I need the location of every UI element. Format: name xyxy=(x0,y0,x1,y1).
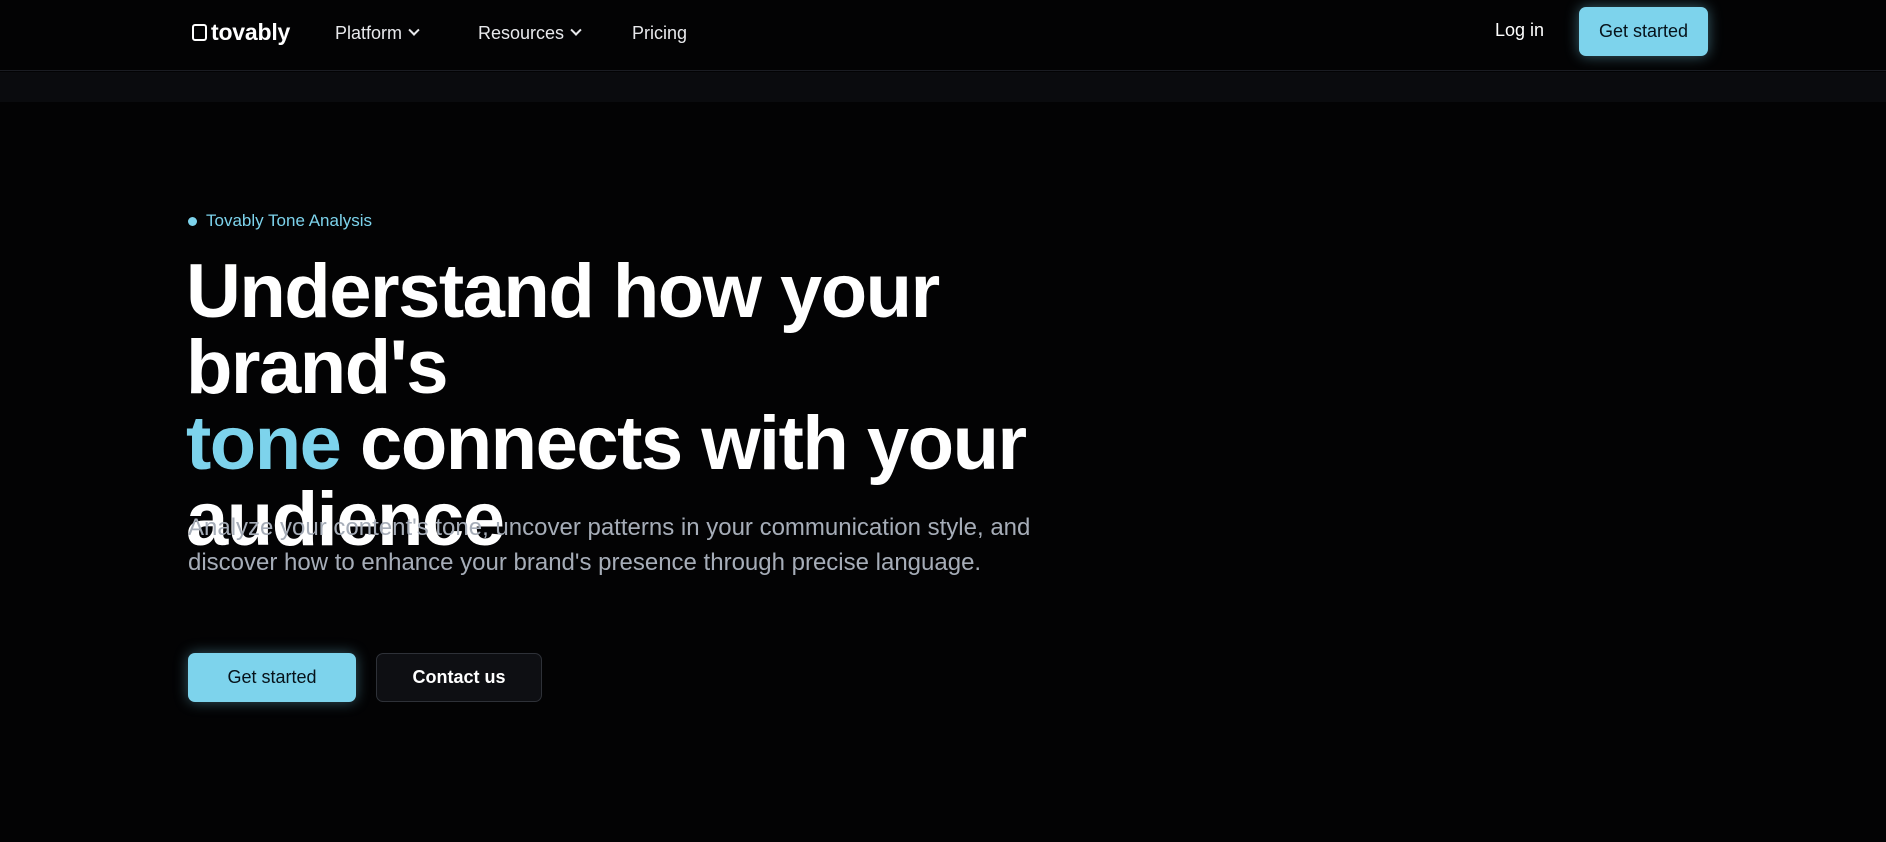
hero-subtext: Analyze your content's tone, uncover pat… xyxy=(188,514,1031,576)
logo-text: tovably xyxy=(211,18,291,45)
dot-icon xyxy=(188,216,197,226)
nav-item-platform[interactable]: Platform xyxy=(335,20,420,46)
get-started-button[interactable]: Get started xyxy=(188,653,356,702)
logo-square-icon xyxy=(192,23,207,41)
secondary-bar xyxy=(0,72,1886,102)
eyebrow-label: Tovably Tone Analysis xyxy=(206,211,373,230)
login-link[interactable]: Log in xyxy=(1495,20,1544,41)
nav-item-pricing[interactable]: Pricing xyxy=(632,20,687,46)
nav-item-label: Pricing xyxy=(632,22,688,43)
top-navbar: tovably Platform Resources Pricing Log i… xyxy=(0,0,1886,71)
contact-us-button[interactable]: Contact us xyxy=(376,653,542,702)
logo[interactable]: tovably xyxy=(192,18,290,46)
headline-part-1: Understand how your brand's xyxy=(186,249,940,410)
nav-item-label: Resources xyxy=(478,22,565,43)
eyebrow-tag: Tovably Tone Analysis xyxy=(188,211,372,231)
headline-accent-word: tone xyxy=(186,401,342,486)
chevron-down-icon xyxy=(408,24,420,36)
nav-item-resources[interactable]: Resources xyxy=(478,20,582,46)
get-started-nav-button[interactable]: Get started xyxy=(1579,7,1708,56)
chevron-down-icon xyxy=(570,24,582,36)
nav-item-label: Platform xyxy=(335,22,403,43)
